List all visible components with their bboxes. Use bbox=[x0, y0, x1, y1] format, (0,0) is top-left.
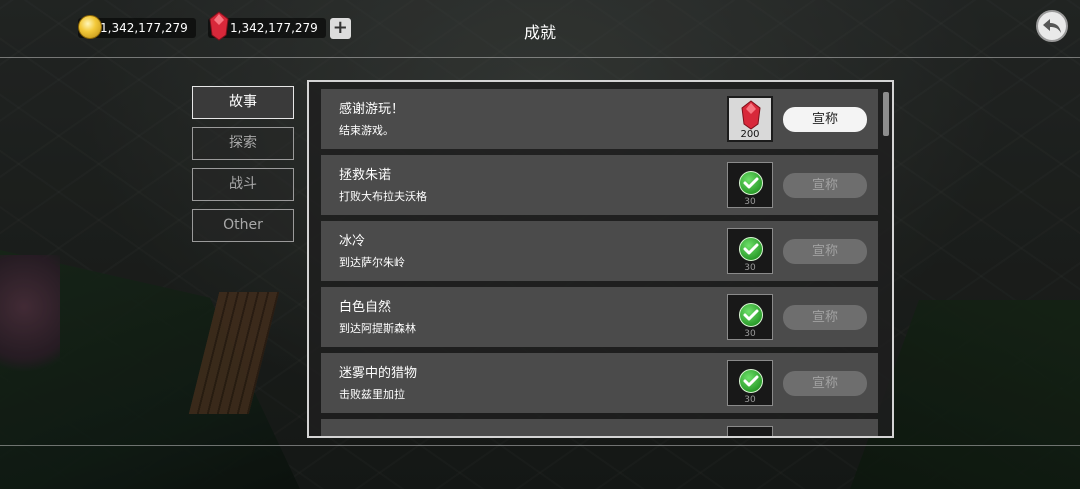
achievement-desc: 到达阿提斯森林 bbox=[339, 322, 416, 335]
scrollbar[interactable] bbox=[883, 92, 889, 136]
reward-quantity: 30 bbox=[744, 395, 756, 405]
tab-exploration[interactable]: 探索 bbox=[192, 127, 294, 160]
achievement-row-partial bbox=[321, 419, 878, 436]
achievement-row: 感谢游玩！ 结束游戏。 200 宣称 bbox=[321, 89, 878, 149]
tab-other[interactable]: Other bbox=[192, 209, 294, 242]
achievement-row: 拯救朱诺 打败大布拉夫沃格 30 宣称 bbox=[321, 155, 878, 215]
tab-story[interactable]: 故事 bbox=[192, 86, 294, 119]
achievement-list[interactable]: 感谢游玩！ 结束游戏。 200 宣称 拯救朱诺 打败大布拉夫沃格 30 宣称 冰… bbox=[321, 89, 878, 436]
category-tabs: 故事 探索 战斗 Other bbox=[192, 86, 294, 250]
page-title: 成就 bbox=[523, 23, 556, 42]
achievement-desc: 击败兹里加拉 bbox=[339, 388, 405, 401]
claim-button[interactable]: 宣称 bbox=[783, 173, 867, 198]
top-bar: 1,342,177,279 1,342,177,279 + 成就 bbox=[0, 0, 1080, 58]
reward-quantity: 30 bbox=[744, 263, 756, 273]
check-icon bbox=[739, 171, 763, 195]
tab-combat[interactable]: 战斗 bbox=[192, 168, 294, 201]
check-icon bbox=[739, 303, 763, 327]
achievement-desc: 到达萨尔朱岭 bbox=[339, 256, 405, 269]
achievement-name: 白色自然 bbox=[339, 300, 392, 315]
achievement-name: 迷雾中的猎物 bbox=[339, 366, 418, 381]
achievement-name: 感谢游玩！ bbox=[339, 102, 405, 117]
reward-slot: 30 bbox=[727, 162, 773, 208]
reward-slot: 30 bbox=[727, 228, 773, 274]
check-icon bbox=[739, 237, 763, 261]
gold-coin-icon bbox=[78, 15, 102, 39]
achievement-row: 迷雾中的猎物 击败兹里加拉 30 宣称 bbox=[321, 353, 878, 413]
reward-quantity: 200 bbox=[740, 129, 760, 140]
reward-quantity: 30 bbox=[744, 197, 756, 207]
check-icon bbox=[739, 369, 763, 393]
achievement-desc: 打败大布拉夫沃格 bbox=[339, 190, 427, 203]
reward-slot: 30 bbox=[727, 294, 773, 340]
claim-button[interactable]: 宣称 bbox=[783, 371, 867, 396]
reward-slot bbox=[727, 426, 773, 436]
achievement-desc: 结束游戏。 bbox=[339, 124, 394, 137]
back-button[interactable] bbox=[1036, 10, 1068, 42]
bottom-divider bbox=[0, 445, 1080, 446]
claim-button[interactable]: 宣称 bbox=[783, 239, 867, 264]
achievement-name: 拯救朱诺 bbox=[339, 168, 392, 183]
achievement-name: 冰冷 bbox=[339, 234, 366, 249]
achievement-row: 冰冷 到达萨尔朱岭 30 宣称 bbox=[321, 221, 878, 281]
gem-icon bbox=[741, 100, 761, 130]
achievement-row: 白色自然 到达阿提斯森林 30 宣称 bbox=[321, 287, 878, 347]
gem-icon bbox=[209, 11, 229, 41]
achievement-panel: 感谢游玩！ 结束游戏。 200 宣称 拯救朱诺 打败大布拉夫沃格 30 宣称 冰… bbox=[307, 80, 894, 438]
back-arrow-icon bbox=[1043, 19, 1061, 33]
reward-slot: 30 bbox=[727, 360, 773, 406]
reward-quantity: 30 bbox=[744, 329, 756, 339]
claim-button[interactable]: 宣称 bbox=[783, 305, 867, 330]
claim-button[interactable]: 宣称 bbox=[783, 107, 867, 132]
reward-slot: 200 bbox=[727, 96, 773, 142]
